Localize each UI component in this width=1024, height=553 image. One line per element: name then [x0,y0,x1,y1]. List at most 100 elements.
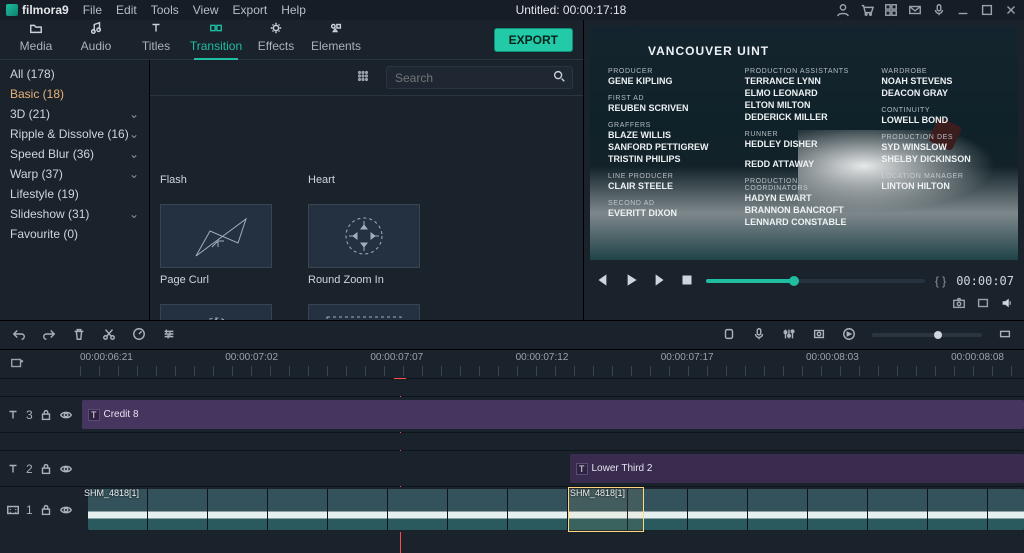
preview-progress[interactable] [706,279,925,283]
eye-icon[interactable] [59,462,73,476]
menu-view[interactable]: View [193,3,219,17]
cat-slideshow[interactable]: Slideshow (31)⌄ [0,204,149,224]
mixer-icon[interactable] [782,327,796,344]
play-button[interactable] [622,271,640,292]
cat-basic[interactable]: Basic (18) [0,84,149,104]
cat-favourite[interactable]: Favourite (0) [0,224,149,244]
fit-icon[interactable] [976,296,990,320]
close-icon[interactable] [1004,3,1018,17]
view-grid-icon[interactable] [356,69,370,86]
zoom-fit-icon[interactable] [998,327,1012,344]
cat-speedblur[interactable]: Speed Blur (36)⌄ [0,144,149,164]
transition-grid: Flash Heart Page Curl Round Zoom In Roun… [150,96,583,320]
thumbnail-panel: Flash Heart Page Curl Round Zoom In Roun… [150,60,583,320]
maximize-icon[interactable] [980,3,994,17]
menu-edit[interactable]: Edit [116,3,137,17]
menu-export[interactable]: Export [233,3,268,17]
clip-lower-third[interactable]: T Lower Third 2 [570,454,1024,483]
tab-audio[interactable]: Audio [66,17,126,59]
prev-frame-button[interactable] [594,271,612,292]
tab-media[interactable]: Media [6,17,66,59]
credits-title: VANCOUVER UINT [648,44,1000,58]
voiceover-icon[interactable] [752,327,766,344]
tab-elements[interactable]: Elements [306,17,366,59]
adjust-button[interactable] [162,327,176,344]
tab-titles[interactable]: Titles [126,17,186,59]
volume-icon[interactable] [1000,296,1014,320]
preview-viewport[interactable]: VANCOUVER UINT PRODUCERGENE KIPLINGFIRST… [590,26,1018,260]
text-track-icon [6,408,20,422]
mic-icon[interactable] [932,3,946,17]
tab-elements-label: Elements [311,39,361,53]
cart-icon[interactable] [860,3,874,17]
crop-icon[interactable] [812,327,826,344]
undo-button[interactable] [12,327,26,344]
cat-all[interactable]: All (178) [0,64,149,84]
clip-credit8[interactable]: T Credit 8 [82,400,1024,429]
menu-tools[interactable]: Tools [151,3,179,17]
search-icon[interactable] [552,69,566,86]
clip-video[interactable] [88,489,1024,530]
search-input[interactable] [393,70,552,86]
main-split: Media Audio Titles Transition Effects El… [0,20,1024,320]
eye-icon[interactable] [59,503,73,517]
music-icon [66,21,126,37]
lock-icon[interactable] [39,462,53,476]
track-spacer [0,432,1024,450]
tab-effects[interactable]: Effects [246,17,306,59]
add-track-icon[interactable] [10,356,24,373]
transition-round-zoom-in[interactable]: Round Zoom In [308,204,428,286]
user-icon[interactable] [836,3,850,17]
delete-button[interactable] [72,327,86,344]
cat-lifestyle[interactable]: Lifestyle (19) [0,184,149,204]
clip-video-label-b: SHM_4818[1] [570,488,625,498]
track-spacer [0,378,1024,396]
zoom-slider[interactable] [872,333,982,337]
minimize-icon[interactable] [956,3,970,17]
transition-flash[interactable]: Flash [160,104,280,186]
transition-round-zoom-out[interactable]: Round Zoom Out [160,304,280,320]
lock-icon[interactable] [39,503,53,517]
render-icon[interactable] [842,327,856,344]
preview-panel: VANCOUVER UINT PRODUCERGENE KIPLINGFIRST… [584,20,1024,320]
redo-button[interactable] [42,327,56,344]
tab-transition-label: Transition [190,39,242,53]
timeline-ruler[interactable]: 00:00:06:21 00:00:07:02 00:00:07:07 00:0… [0,350,1024,378]
app-brand: filmora9 [6,3,69,17]
search-box[interactable] [386,66,573,89]
transition-zoom[interactable]: Zoom [308,304,428,320]
speed-button[interactable] [132,327,146,344]
effects-icon [246,21,306,37]
track-2-body[interactable]: T Lower Third 2 [80,451,1024,486]
tab-media-label: Media [20,39,53,53]
grid-icon[interactable] [884,3,898,17]
track-3-body[interactable]: T Credit 8 [80,397,1024,432]
chevron-down-icon: ⌄ [129,127,139,141]
track-1-head: 1 [0,487,80,532]
transition-icon [186,21,246,37]
tab-transition[interactable]: Transition [186,17,246,59]
elements-icon [306,21,366,37]
preview-timecode: 00:00:07 [956,274,1014,288]
menu-file[interactable]: File [83,3,102,17]
chevron-down-icon: ⌄ [129,107,139,121]
cat-3d[interactable]: 3D (21)⌄ [0,104,149,124]
stop-button[interactable] [678,271,696,292]
export-button[interactable]: EXPORT [494,28,573,52]
cat-ripple[interactable]: Ripple & Dissolve (16)⌄ [0,124,149,144]
marker-icon[interactable] [722,327,736,344]
bracket-icon[interactable]: { } [935,274,946,288]
track-2: 2 T Lower Third 2 [0,450,1024,486]
mail-icon[interactable] [908,3,922,17]
menu-help[interactable]: Help [281,3,306,17]
thumbnail-toolbar [150,60,583,96]
transition-heart[interactable]: Heart [308,104,428,186]
transition-page-curl[interactable]: Page Curl [160,204,280,286]
next-frame-button[interactable] [650,271,668,292]
eye-icon[interactable] [59,408,73,422]
lock-icon[interactable] [39,408,53,422]
snapshot-icon[interactable] [952,296,966,320]
track-1-body[interactable]: SHM_4818[1] SHM_4818[1] [80,487,1024,532]
split-button[interactable] [102,327,116,344]
cat-warp[interactable]: Warp (37)⌄ [0,164,149,184]
